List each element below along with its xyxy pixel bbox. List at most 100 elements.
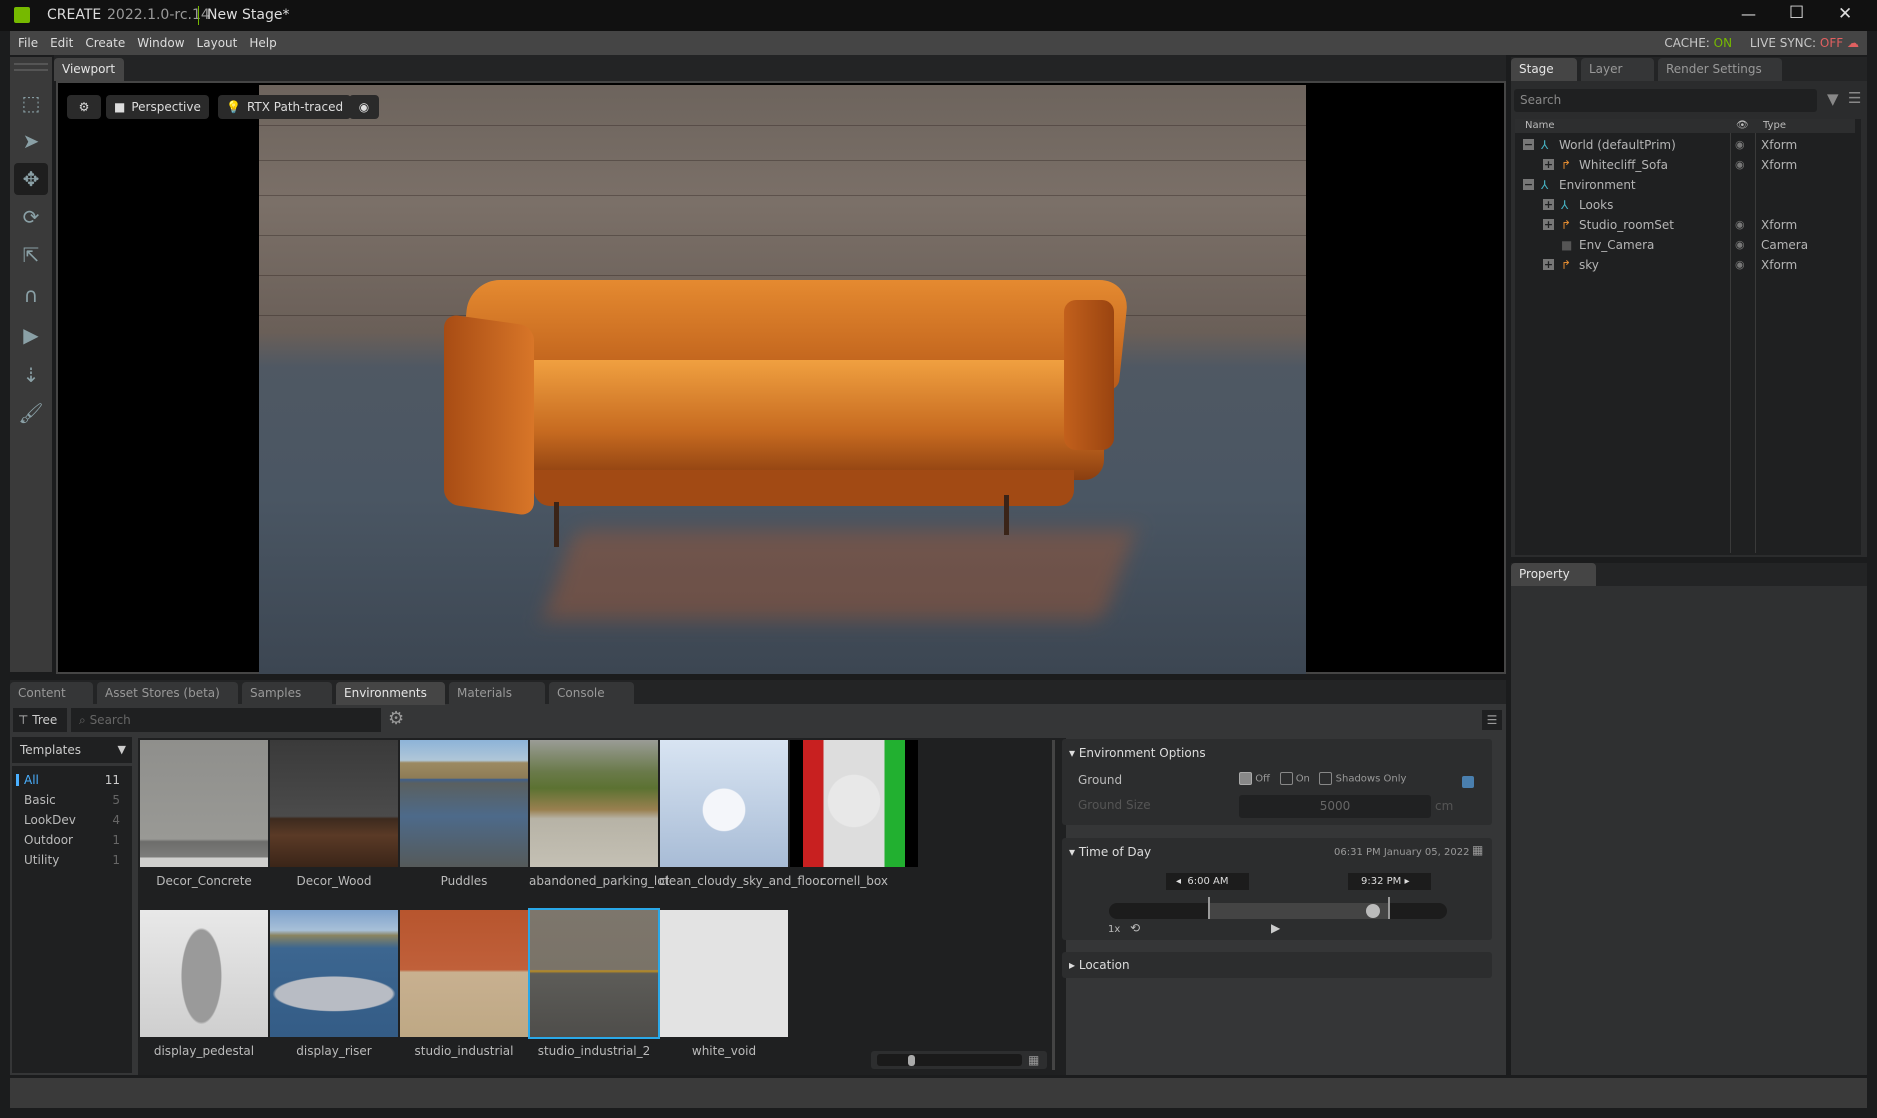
tree-row[interactable]: + ↱ Studio_roomSet ◉ Xform: [1515, 215, 1855, 235]
tab-console[interactable]: Console: [549, 682, 634, 705]
stage-search-input[interactable]: Search: [1514, 89, 1817, 112]
drop-icon[interactable]: ⇣: [14, 359, 48, 391]
move-icon[interactable]: ✥: [14, 163, 48, 195]
asset-thumbnail[interactable]: [400, 910, 528, 1037]
render-view[interactable]: [259, 85, 1306, 674]
asset-thumbnail[interactable]: [270, 740, 398, 867]
camera-button[interactable]: ■ Perspective: [106, 95, 209, 119]
ground-color-swatch[interactable]: [1462, 776, 1474, 788]
asset-thumbnail[interactable]: [140, 910, 268, 1037]
tab-render-settings[interactable]: Render Settings: [1658, 58, 1782, 81]
expand-icon[interactable]: +: [1543, 259, 1554, 270]
collapse-icon[interactable]: −: [1523, 139, 1534, 150]
tree-row[interactable]: − ⅄ World (defaultPrim) ◉ Xform: [1515, 135, 1855, 155]
category-item[interactable]: Basic 5: [12, 790, 132, 810]
visibility-eye-icon[interactable]: ◉: [1735, 155, 1745, 175]
menu-window[interactable]: Window: [131, 31, 190, 55]
asset-name[interactable]: clean_cloudy_sky_and_floor: [659, 873, 825, 889]
visibility-col-icon[interactable]: 👁: [1736, 119, 1749, 133]
menu-create[interactable]: Create: [79, 31, 131, 55]
ground-size-field[interactable]: 5000: [1239, 795, 1431, 818]
drag-handle[interactable]: [14, 63, 48, 71]
expand-icon[interactable]: +: [1543, 219, 1554, 230]
calendar-icon[interactable]: ▦: [1472, 843, 1483, 857]
tab-content[interactable]: Content: [10, 682, 93, 705]
category-item[interactable]: Outdoor 1: [12, 830, 132, 850]
tree-row[interactable]: ■ Env_Camera ◉ Camera: [1515, 235, 1855, 255]
asset-name[interactable]: Puddles: [399, 873, 529, 889]
environment-options-header[interactable]: ▾ Environment Options: [1069, 746, 1206, 760]
tree-row[interactable]: − ⅄ Environment: [1515, 175, 1855, 195]
snap-icon[interactable]: ∩: [14, 279, 48, 311]
time-slider-handle[interactable]: [1365, 904, 1380, 918]
visibility-eye-icon[interactable]: ◉: [1735, 215, 1745, 235]
category-item[interactable]: Utility 1: [12, 850, 132, 870]
menu-edit[interactable]: Edit: [44, 31, 79, 55]
asset-thumbnail[interactable]: [530, 740, 658, 867]
templates-dropdown[interactable]: Templates ▼: [12, 737, 132, 763]
col-name[interactable]: Name: [1525, 119, 1555, 133]
shadows-only-checkbox[interactable]: [1319, 772, 1333, 785]
cloud-icon[interactable]: ☁: [1847, 36, 1859, 50]
asset-thumbnail[interactable]: [660, 910, 788, 1037]
visibility-eye-icon[interactable]: ◉: [1735, 135, 1745, 155]
tab-asset-stores-beta-[interactable]: Asset Stores (beta): [97, 682, 238, 705]
time-slider[interactable]: [1109, 897, 1447, 919]
asset-thumbnail[interactable]: [790, 740, 918, 867]
close-button[interactable]: ✕: [1838, 4, 1852, 24]
expand-icon[interactable]: +: [1543, 159, 1554, 170]
minimize-button[interactable]: —: [1741, 5, 1756, 23]
tab-layer[interactable]: Layer: [1581, 58, 1654, 81]
play-icon[interactable]: ▶: [14, 319, 48, 351]
tab-samples[interactable]: Samples: [242, 682, 332, 705]
tree-toggle-button[interactable]: ⊤ Tree: [13, 708, 67, 732]
tree-row[interactable]: + ↱ Whitecliff_Sofa ◉ Xform: [1515, 155, 1855, 175]
maximize-button[interactable]: ☐: [1789, 3, 1804, 23]
menu-help[interactable]: Help: [243, 31, 282, 55]
viewport[interactable]: ⚙ ■ Perspective 💡 RTX Path-traced ◉: [56, 81, 1506, 674]
menu-icon[interactable]: ☰: [1848, 89, 1861, 107]
category-item[interactable]: LookDev 4: [12, 810, 132, 830]
scrollbar[interactable]: [1052, 740, 1055, 1070]
asset-name[interactable]: abandoned_parking_lot: [529, 873, 669, 889]
select-icon[interactable]: ➤: [14, 125, 48, 157]
speed-label[interactable]: 1x: [1108, 924, 1120, 935]
tree-row[interactable]: + ⅄ Looks: [1515, 195, 1855, 215]
scale-icon[interactable]: ⇱: [14, 239, 48, 271]
menu-layout[interactable]: Layout: [191, 31, 244, 55]
list-view-icon[interactable]: ☰: [1482, 710, 1502, 730]
category-item[interactable]: All 11: [12, 770, 132, 790]
collapse-icon[interactable]: −: [1523, 179, 1534, 190]
ground-off-checkbox[interactable]: [1239, 772, 1252, 785]
settings-icon[interactable]: ⚙: [388, 708, 404, 729]
paint-icon[interactable]: 🖌: [14, 397, 48, 429]
tab-viewport[interactable]: Viewport: [54, 58, 124, 81]
settings-icon[interactable]: ⚙: [67, 95, 101, 119]
visibility-eye-icon[interactable]: ◉: [1735, 255, 1745, 275]
ground-on-checkbox[interactable]: [1279, 772, 1293, 785]
slider-handle[interactable]: [908, 1055, 915, 1066]
asset-name[interactable]: white_void: [659, 1043, 789, 1059]
asset-name[interactable]: Decor_Wood: [269, 873, 399, 889]
menu-file[interactable]: File: [12, 31, 44, 55]
asset-thumbnail[interactable]: [400, 740, 528, 867]
tab-materials[interactable]: Materials: [449, 682, 545, 705]
tab-environments[interactable]: Environments: [336, 682, 445, 705]
renderer-button[interactable]: 💡 RTX Path-traced: [218, 95, 352, 119]
filter-icon[interactable]: ▼: [1827, 90, 1839, 108]
tab-property[interactable]: Property: [1511, 563, 1596, 586]
expand-icon[interactable]: +: [1543, 199, 1554, 210]
live-sync-status[interactable]: OFF: [1820, 36, 1843, 50]
frame-icon[interactable]: ⬚: [14, 87, 48, 119]
asset-thumbnail[interactable]: [660, 740, 788, 867]
sunrise-time[interactable]: ◂ 6:00 AM: [1166, 873, 1249, 890]
rotate-icon[interactable]: ⟳: [14, 201, 48, 233]
asset-name[interactable]: cornell_box: [789, 873, 919, 889]
asset-thumbnail[interactable]: [140, 740, 268, 867]
asset-thumbnail[interactable]: [528, 908, 660, 1039]
col-type[interactable]: Type: [1763, 119, 1786, 133]
content-search-input[interactable]: ⌕ Search: [71, 708, 381, 732]
loop-icon[interactable]: ⟲: [1130, 921, 1140, 935]
play-icon[interactable]: ▶: [1271, 921, 1280, 935]
time-of-day-header[interactable]: ▾ Time of Day: [1069, 845, 1151, 859]
